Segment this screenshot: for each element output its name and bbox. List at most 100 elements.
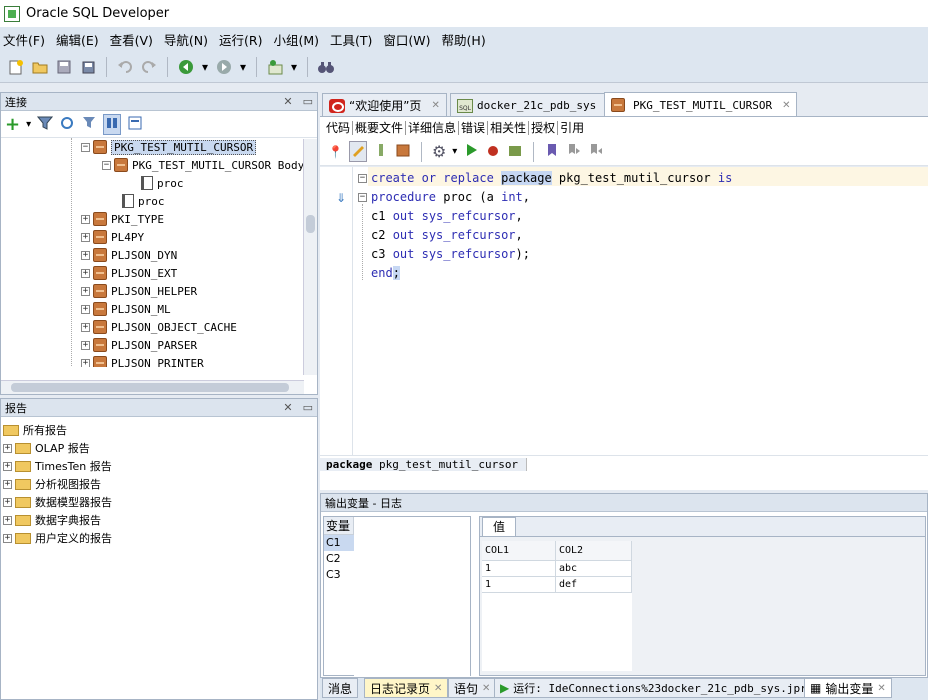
expand-toggle-icon[interactable]: − <box>102 160 111 170</box>
new-icon[interactable] <box>6 57 26 77</box>
editor-tab[interactable]: PKG_TEST_MUTIL_CURSOR ✕ <box>604 92 798 117</box>
close-icon[interactable]: ✕ <box>434 683 442 694</box>
back-icon[interactable] <box>176 57 196 77</box>
profile-icon[interactable] <box>507 142 523 161</box>
forward-icon[interactable] <box>214 57 234 77</box>
expand-toggle-icon[interactable]: + <box>3 443 12 453</box>
close-icon[interactable]: ✕ <box>283 401 292 414</box>
menu-item[interactable]: 导航(N) <box>160 30 215 49</box>
tree-item[interactable]: proc <box>122 192 165 210</box>
column-header[interactable]: COL1 <box>482 541 556 561</box>
chevron-down-icon[interactable]: ▾ <box>26 119 31 130</box>
schema-browser-icon[interactable] <box>103 113 122 135</box>
debug-icon[interactable] <box>485 142 501 161</box>
tree-item[interactable]: + PL4PY <box>81 228 144 246</box>
expand-toggle-icon[interactable]: + <box>3 479 12 489</box>
table-cell[interactable]: 1 <box>482 577 556 593</box>
tree-item[interactable]: − PKG_TEST_MUTIL_CURSOR Body <box>102 156 304 174</box>
expand-toggle-icon[interactable]: + <box>81 268 90 278</box>
tree-item[interactable]: + PLJSON_HELPER <box>81 282 197 300</box>
add-connection-icon[interactable]: + <box>5 114 20 135</box>
menu-item[interactable]: 帮助(H) <box>438 30 493 49</box>
table-cell[interactable]: def <box>556 577 632 593</box>
refresh-icon[interactable] <box>59 115 75 134</box>
expand-toggle-icon[interactable]: + <box>3 533 12 543</box>
schema-icon[interactable] <box>127 115 143 134</box>
report-item[interactable]: + 数据字典报告 <box>3 511 101 529</box>
subtab-1[interactable]: 概要文件 <box>353 120 407 135</box>
redo-icon[interactable] <box>139 57 159 77</box>
expand-toggle-icon[interactable]: + <box>3 515 12 525</box>
compile-icon[interactable] <box>373 142 389 161</box>
save-all-icon[interactable] <box>78 57 98 77</box>
sql-worksheet-icon[interactable] <box>265 57 285 77</box>
minimize-icon[interactable]: ▭ <box>303 95 313 108</box>
tree-item[interactable]: + PLJSON_EXT <box>81 264 177 282</box>
scrollbar-thumb[interactable] <box>11 383 289 392</box>
bottom-tab[interactable]: ▶ 运行: IdeConnections%23docker_21c_pdb_sys… <box>494 678 826 698</box>
tree-item[interactable]: + PLJSON_PARSER <box>81 336 197 354</box>
fold-toggle-icon[interactable]: − <box>358 174 367 183</box>
tree-item[interactable]: + PLJSON_PRINTER <box>81 354 204 367</box>
subtab-2[interactable]: 详细信息 <box>406 120 460 135</box>
chevron-down-icon[interactable]: ▾ <box>289 57 299 77</box>
menu-item[interactable]: 窗口(W) <box>379 30 437 49</box>
tree-item[interactable]: − PKG_TEST_MUTIL_CURSOR <box>81 138 257 156</box>
subtab-5[interactable]: 授权 <box>529 120 559 135</box>
subtab-6[interactable]: 引用 <box>558 121 586 135</box>
expand-toggle-icon[interactable]: + <box>3 497 12 507</box>
subtab-3[interactable]: 错误 <box>459 120 489 135</box>
expand-toggle-icon[interactable]: − <box>81 142 90 152</box>
save-icon[interactable] <box>54 57 74 77</box>
next-bookmark-icon[interactable] <box>588 142 604 161</box>
chevron-down-icon[interactable]: ▾ <box>238 57 248 77</box>
filter-connections-icon[interactable] <box>81 115 97 134</box>
expand-toggle-icon[interactable]: + <box>81 286 90 296</box>
expand-toggle-icon[interactable]: + <box>81 250 90 260</box>
menu-item[interactable]: 文件(F) <box>0 30 52 49</box>
menu-item[interactable]: 运行(R) <box>215 30 269 49</box>
variable-item[interactable]: C3 <box>324 567 354 583</box>
expand-toggle-icon[interactable]: + <box>81 358 90 367</box>
subtab-4[interactable]: 相关性 <box>488 120 530 135</box>
close-icon[interactable]: ✕ <box>877 683 885 694</box>
minimize-icon[interactable]: ▭ <box>303 401 313 414</box>
tree-item[interactable]: + PLJSON_ML <box>81 300 171 318</box>
expand-toggle-icon[interactable]: + <box>81 340 90 350</box>
column-header[interactable]: COL2 <box>556 541 632 561</box>
report-item[interactable]: + 分析视图报告 <box>3 475 101 493</box>
report-item[interactable]: + TimesTen 报告 <box>3 457 112 475</box>
tree-item[interactable]: + PLJSON_DYN <box>81 246 177 264</box>
pin-icon[interactable]: 📍 <box>328 145 343 159</box>
table-cell[interactable]: 1 <box>482 561 556 577</box>
tree-item[interactable]: + PKI_TYPE <box>81 210 164 228</box>
tree-item[interactable]: proc <box>141 174 184 192</box>
variable-item[interactable]: C2 <box>324 551 354 567</box>
menu-item[interactable]: 小组(M) <box>269 30 326 49</box>
bottom-tab[interactable]: 日志记录页 ✕ <box>364 678 449 698</box>
undo-icon[interactable] <box>115 57 135 77</box>
scrollbar-thumb[interactable] <box>306 215 315 233</box>
reports-root[interactable]: 所有报告 <box>3 421 67 439</box>
vertical-scrollbar[interactable] <box>303 139 317 375</box>
bottom-tab[interactable]: 语句 ✕ <box>448 678 497 698</box>
report-item[interactable]: + 数据模型器报告 <box>3 493 112 511</box>
expand-toggle-icon[interactable]: + <box>81 214 90 224</box>
expand-toggle-icon[interactable]: + <box>3 461 12 471</box>
breadcrumb-item[interactable]: package pkg_test_mutil_cursor <box>320 458 528 471</box>
report-item[interactable]: + OLAP 报告 <box>3 439 90 457</box>
expand-toggle-icon[interactable]: + <box>81 322 90 332</box>
bottom-tab[interactable]: ▦ 输出变量 ✕ <box>804 678 892 698</box>
run-icon[interactable] <box>463 142 479 161</box>
subtab-0[interactable]: 代码 <box>324 120 354 135</box>
prev-bookmark-icon[interactable] <box>566 142 582 161</box>
edit-icon[interactable] <box>348 141 367 162</box>
bottom-tab[interactable]: 消息 <box>322 678 359 698</box>
editor-tab[interactable]: “欢迎使用”页 ✕ <box>322 93 447 117</box>
report-item[interactable]: + 用户定义的报告 <box>3 529 112 547</box>
menu-item[interactable]: 工具(T) <box>326 30 379 49</box>
variable-item[interactable]: C1 <box>324 535 354 551</box>
table-cell[interactable]: abc <box>556 561 632 577</box>
close-icon[interactable]: ✕ <box>782 100 790 111</box>
fold-toggle-icon[interactable]: − <box>358 193 367 202</box>
